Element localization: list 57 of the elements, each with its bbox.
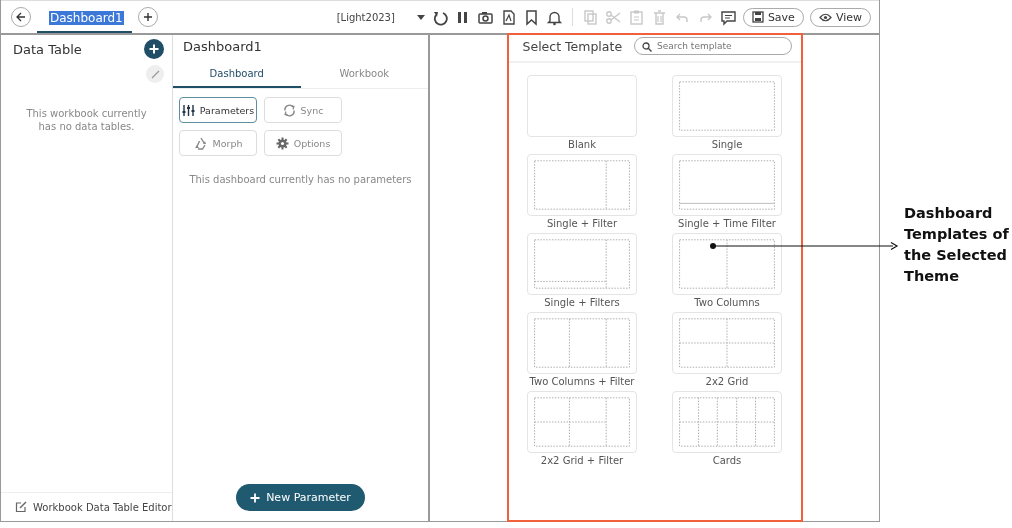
caret-icon[interactable] <box>416 14 425 20</box>
sliders-icon <box>181 103 195 117</box>
template-thumbnail[interactable] <box>672 391 782 453</box>
new-parameter-button[interactable]: New Parameter <box>236 484 365 511</box>
template-thumbnail[interactable] <box>672 154 782 216</box>
save-button[interactable]: Save <box>742 7 804 27</box>
add-tab-button[interactable] <box>137 7 158 27</box>
template-label: Two Columns <box>694 297 760 308</box>
view-button[interactable]: View <box>809 7 871 27</box>
eye-icon <box>818 12 832 22</box>
pencil-icon <box>150 69 160 79</box>
template-label: Single <box>711 139 743 150</box>
editor-link[interactable]: Workbook Data Table Editor <box>33 501 172 513</box>
edit-icon[interactable] <box>15 501 27 513</box>
gear-icon <box>275 136 289 150</box>
template-label: Single + Time Filter <box>678 218 776 229</box>
plus-icon <box>142 12 153 22</box>
template-label: Single + Filter <box>546 218 618 229</box>
panel-tab[interactable]: Workbook <box>300 61 428 88</box>
plus-icon <box>250 492 261 503</box>
template-label: Cards <box>712 455 742 466</box>
save-icon <box>751 11 764 23</box>
panel-tab[interactable]: Dashboard <box>173 61 301 88</box>
add-button[interactable] <box>144 39 164 59</box>
template-label: Two Columns + Filter <box>529 376 635 387</box>
template-label: Blank <box>568 139 596 150</box>
sync-button[interactable]: Sync <box>264 97 342 123</box>
template-thumbnail[interactable] <box>672 312 782 374</box>
template-thumbnail[interactable] <box>527 391 637 453</box>
template-label: Single + Filters <box>544 297 620 308</box>
search-field[interactable]: Search template <box>634 37 793 55</box>
theme-dropdown[interactable]: [Light2023] <box>336 11 395 23</box>
panel-title: Select Template <box>522 38 623 54</box>
template-thumbnail[interactable] <box>672 233 782 295</box>
search-icon <box>642 42 653 52</box>
parameters-button[interactable]: Parameters <box>179 97 257 123</box>
back-arrow-icon <box>16 12 26 22</box>
dashboard-tab[interactable]: Dashboard1 <box>49 11 124 25</box>
edit-button[interactable] <box>146 65 164 83</box>
callout-text: Dashboard Templates of the Selected Theme <box>904 204 1010 287</box>
morph-button[interactable]: Morph <box>179 130 257 156</box>
template-thumbnail[interactable] <box>672 75 782 137</box>
template-thumbnail[interactable] <box>527 233 637 295</box>
comment-icon[interactable] <box>719 8 737 26</box>
plus-icon <box>149 44 159 54</box>
panel-title: Data Table <box>13 41 82 57</box>
empty-message: This dashboard currently has no parameters <box>188 174 413 185</box>
template-thumbnail[interactable] <box>527 154 637 216</box>
template-thumbnail[interactable] <box>527 312 637 374</box>
back-button[interactable] <box>11 7 31 27</box>
template-label: 2x2 Grid <box>705 376 749 387</box>
empty-message: This workbook currently has no data tables. <box>25 107 148 133</box>
panel-title: Dashboard1 <box>182 38 263 56</box>
options-button[interactable]: Options <box>264 130 342 156</box>
sync-icon <box>282 103 296 117</box>
template-thumbnail[interactable] <box>527 75 637 137</box>
template-label: 2x2 Grid + Filter <box>540 455 624 466</box>
